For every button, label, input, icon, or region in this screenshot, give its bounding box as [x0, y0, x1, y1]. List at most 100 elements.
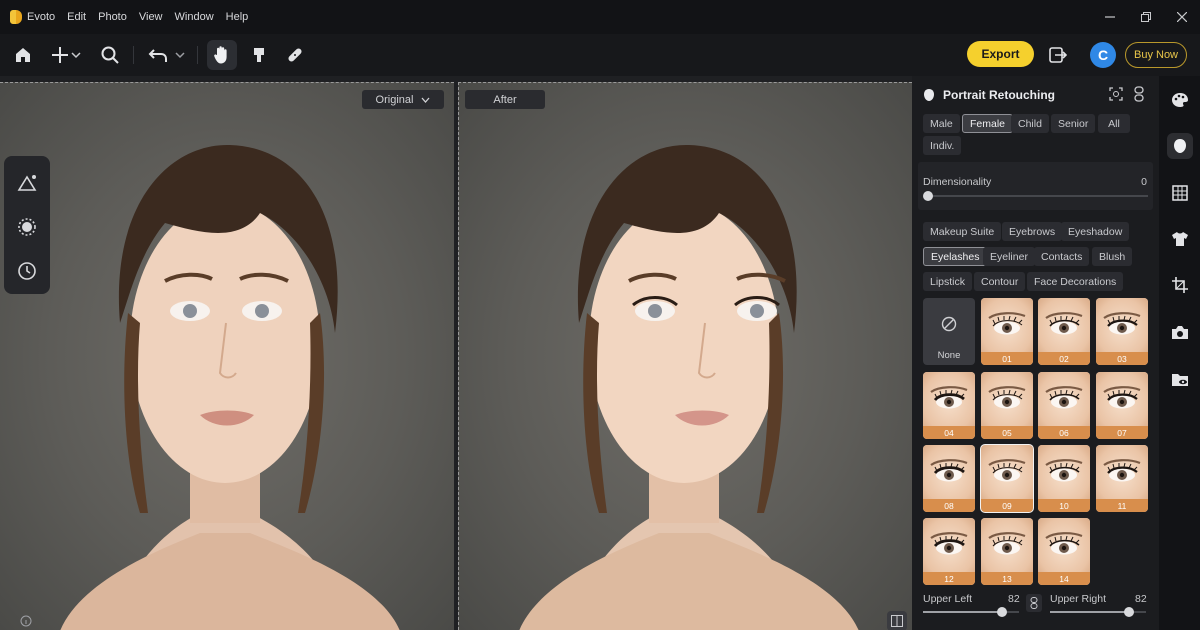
preset-label: 05: [981, 426, 1033, 439]
history-icon[interactable]: [12, 256, 42, 286]
eyelash-preset-10[interactable]: 10: [1038, 445, 1090, 512]
portrait-original: [60, 144, 400, 630]
after-photo[interactable]: After: [458, 82, 912, 630]
eyelash-preset-12[interactable]: 12: [923, 518, 975, 585]
filter-indiv[interactable]: Indiv.: [923, 136, 962, 155]
preset-label: 09: [981, 499, 1033, 512]
dimensionality-track[interactable]: [924, 195, 1148, 197]
face-icon[interactable]: [1167, 133, 1193, 159]
upper-left-knob[interactable]: [996, 607, 1007, 617]
no-entry-icon: [941, 316, 957, 332]
eyelash-preset-08[interactable]: 08: [923, 445, 975, 512]
tab-contour[interactable]: Contour: [974, 272, 1026, 291]
tab-eyebrows[interactable]: Eyebrows: [1002, 222, 1063, 241]
tab-eyeshadow[interactable]: Eyeshadow: [1061, 222, 1130, 241]
eyelash-preset-13[interactable]: 13: [981, 518, 1033, 585]
eyelash-preset-07[interactable]: 07: [1096, 372, 1148, 439]
portrait-retouching-panel: Portrait Retouching Male Female Child Se…: [912, 76, 1159, 630]
tab-eyelashes[interactable]: Eyelashes: [923, 247, 988, 266]
menu-photo[interactable]: Photo: [98, 11, 127, 23]
folder-view-icon[interactable]: [1167, 366, 1193, 392]
eyelash-preset-01[interactable]: 01: [981, 298, 1033, 365]
eye-thumbnail: [923, 372, 975, 426]
original-photo[interactable]: Original: [0, 82, 454, 630]
compare-icon[interactable]: [887, 611, 907, 630]
filter-all[interactable]: All: [1098, 114, 1130, 133]
after-label: After: [465, 90, 545, 109]
minimize-icon[interactable]: [1092, 0, 1128, 34]
export-button[interactable]: Export: [967, 41, 1034, 67]
burst-icon[interactable]: [12, 212, 42, 242]
menu-edit[interactable]: Edit: [67, 11, 86, 23]
tab-lipstick[interactable]: Lipstick: [923, 272, 973, 291]
chevron-down-icon[interactable]: [170, 40, 190, 70]
eyelash-preset-02[interactable]: 02: [1038, 298, 1090, 365]
upper-right-value: 82: [1135, 593, 1147, 605]
link-icon[interactable]: [1133, 86, 1145, 102]
upper-left-value: 82: [1008, 593, 1020, 605]
eyelash-preset-05[interactable]: 05: [981, 372, 1033, 439]
dimensionality-knob[interactable]: [923, 191, 933, 201]
eyelash-preset-03[interactable]: 03: [1096, 298, 1148, 365]
filter-female[interactable]: Female: [962, 114, 1014, 133]
filter-senior[interactable]: Senior: [1051, 114, 1096, 133]
tab-contacts[interactable]: Contacts: [1034, 247, 1090, 266]
original-dropdown[interactable]: Original: [362, 90, 444, 109]
none-label: None: [937, 350, 961, 361]
eye-thumbnail: [1096, 298, 1148, 352]
eye-thumbnail: [1038, 518, 1090, 572]
preset-label: 10: [1038, 499, 1090, 512]
avatar[interactable]: C: [1090, 42, 1116, 68]
share-icon[interactable]: [1043, 40, 1073, 70]
chevron-down-icon[interactable]: [66, 40, 86, 70]
filter-child[interactable]: Child: [1011, 114, 1049, 133]
app-logo: [10, 10, 22, 24]
chevron-down-icon: [421, 94, 430, 106]
eye-thumbnail: [923, 445, 975, 499]
close-icon[interactable]: [1164, 0, 1200, 34]
preset-label: 04: [923, 426, 975, 439]
menu-help[interactable]: Help: [226, 11, 249, 23]
face-scan-icon[interactable]: [1109, 87, 1123, 101]
restore-icon[interactable]: [1128, 0, 1164, 34]
triangle-sparkle-icon[interactable]: [12, 168, 42, 198]
link-sliders-icon[interactable]: [1026, 594, 1042, 612]
palette-icon[interactable]: [1167, 87, 1193, 113]
buy-now-button[interactable]: Buy Now: [1125, 42, 1187, 68]
stamp-icon[interactable]: [244, 40, 274, 70]
original-label: Original: [375, 93, 414, 106]
preset-label: 14: [1038, 572, 1090, 585]
eyelash-preset-11[interactable]: 11: [1096, 445, 1148, 512]
tab-face-decorations[interactable]: Face Decorations: [1027, 272, 1124, 291]
camera-icon[interactable]: [1167, 319, 1193, 345]
eye-thumbnail: [1038, 298, 1090, 352]
shirt-icon[interactable]: [1167, 226, 1193, 252]
eyelash-preset-04[interactable]: 04: [923, 372, 975, 439]
tab-blush[interactable]: Blush: [1092, 247, 1133, 266]
tab-makeup-suite[interactable]: Makeup Suite: [923, 222, 1002, 241]
upper-right-label: Upper Right: [1050, 593, 1107, 605]
face-icon: [923, 88, 935, 102]
crop-icon[interactable]: [1167, 272, 1193, 298]
eye-thumbnail: [1038, 372, 1090, 426]
eye-thumbnail: [981, 372, 1033, 426]
filter-male[interactable]: Male: [923, 114, 960, 133]
upper-right-knob[interactable]: [1123, 607, 1134, 617]
canvas-area: Original After: [0, 76, 912, 630]
undo-icon[interactable]: [143, 40, 173, 70]
info-icon[interactable]: [16, 611, 36, 630]
preset-label: 13: [981, 572, 1033, 585]
grid-icon[interactable]: [1167, 180, 1193, 206]
eyelash-preset-09[interactable]: 09: [980, 444, 1034, 513]
preset-none[interactable]: None: [923, 298, 975, 365]
eyelash-preset-14[interactable]: 14: [1038, 518, 1090, 585]
bandage-icon[interactable]: [280, 40, 310, 70]
tab-eyeliner[interactable]: Eyeliner: [983, 247, 1035, 266]
eyelash-preset-06[interactable]: 06: [1038, 372, 1090, 439]
search-icon[interactable]: [95, 40, 125, 70]
toolbar: Export C Buy Now: [0, 34, 1200, 76]
hand-icon[interactable]: [207, 40, 237, 70]
menu-window[interactable]: Window: [175, 11, 214, 23]
menu-view[interactable]: View: [139, 11, 163, 23]
home-icon[interactable]: [8, 40, 38, 70]
